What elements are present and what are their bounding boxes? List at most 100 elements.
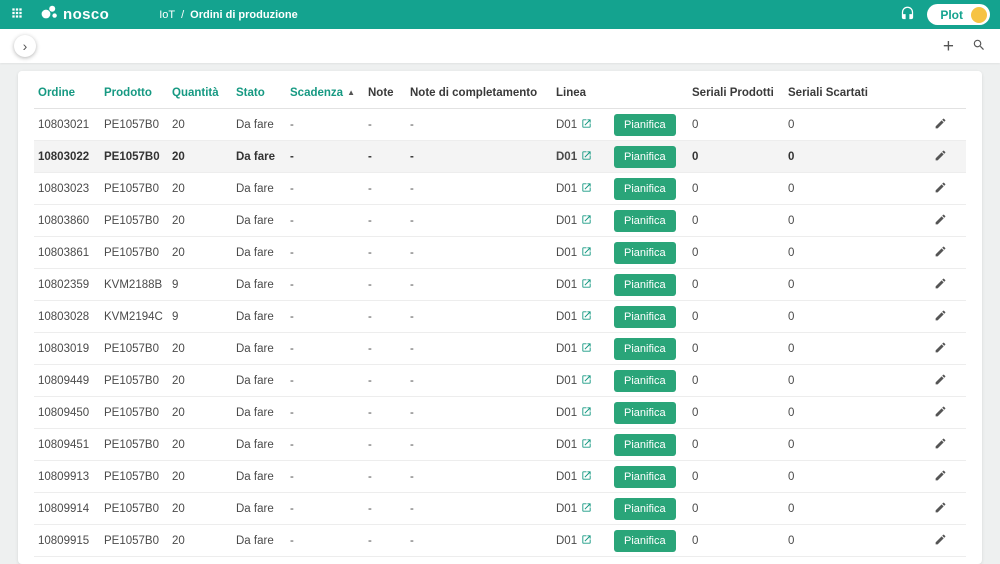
cell-seriali-prodotti: 0	[688, 172, 784, 205]
cell-seriali-scartati: 0	[784, 300, 916, 333]
cell-seriali-scartati: 0	[784, 268, 916, 301]
trash-icon	[964, 310, 966, 325]
col-header-prodotto[interactable]: Prodotto	[100, 75, 168, 109]
linea-link[interactable]: D01	[556, 374, 592, 388]
breadcrumb-section[interactable]: IoT	[159, 9, 175, 21]
linea-link[interactable]: D01	[556, 182, 592, 196]
linea-code: D01	[556, 246, 578, 259]
edit-button[interactable]	[934, 373, 947, 389]
cell-note-completamento: -	[406, 492, 552, 525]
table-row: 10809449 PE1057B0 20 Da fare - - - D01 P…	[34, 364, 966, 397]
linea-link[interactable]: D01	[556, 118, 592, 132]
cell-stato: Da fare	[232, 236, 286, 269]
pianifica-button[interactable]: Pianifica	[614, 529, 676, 552]
cell-seriali-prodotti: 0	[688, 236, 784, 269]
external-link-icon	[581, 406, 592, 420]
cell-linea: D01	[552, 172, 610, 205]
delete-button[interactable]	[964, 181, 966, 197]
pianifica-button[interactable]: Pianifica	[614, 337, 676, 360]
delete-button[interactable]	[964, 437, 966, 453]
cell-quantita: 9	[168, 268, 232, 301]
user-avatar[interactable]	[971, 6, 987, 23]
delete-button[interactable]	[964, 245, 966, 261]
col-header-scadenza[interactable]: Scadenza ▲	[286, 75, 364, 109]
delete-button[interactable]	[964, 501, 966, 517]
brand[interactable]: nosco	[40, 3, 109, 26]
cell-note: -	[364, 364, 406, 397]
pianifica-button[interactable]: Pianifica	[614, 497, 676, 520]
pianifica-button[interactable]: Pianifica	[614, 113, 676, 136]
edit-button[interactable]	[934, 277, 947, 293]
edit-button[interactable]	[934, 533, 947, 549]
cell-note-completamento: -	[406, 204, 552, 237]
linea-link[interactable]: D01	[556, 342, 592, 356]
pianifica-button[interactable]: Pianifica	[614, 273, 676, 296]
delete-button[interactable]	[964, 149, 966, 165]
expand-sidebar-button[interactable]: ›	[14, 35, 36, 57]
col-header-stato[interactable]: Stato	[232, 75, 286, 109]
cell-seriali-prodotti: 0	[688, 204, 784, 237]
delete-button[interactable]	[964, 341, 966, 357]
pianifica-button[interactable]: Pianifica	[614, 209, 676, 232]
edit-button[interactable]	[934, 149, 947, 165]
pianifica-button[interactable]: Pianifica	[614, 465, 676, 488]
linea-link[interactable]: D01	[556, 502, 592, 516]
linea-link[interactable]: D01	[556, 470, 592, 484]
linea-link[interactable]: D01	[556, 214, 592, 228]
linea-link[interactable]: D01	[556, 278, 592, 292]
apps-menu-button[interactable]	[10, 6, 24, 23]
pianifica-button[interactable]: Pianifica	[614, 369, 676, 392]
pencil-icon	[934, 182, 947, 197]
linea-link[interactable]: D01	[556, 534, 592, 548]
edit-button[interactable]	[934, 213, 947, 229]
pianifica-button[interactable]: Pianifica	[614, 241, 676, 264]
edit-button[interactable]	[934, 181, 947, 197]
delete-button[interactable]	[964, 405, 966, 421]
linea-link[interactable]: D01	[556, 310, 592, 324]
edit-button[interactable]	[934, 469, 947, 485]
pencil-icon	[934, 310, 947, 325]
cell-stato: Da fare	[232, 140, 286, 173]
sort-asc-icon[interactable]: ▲	[347, 88, 355, 97]
edit-button[interactable]	[934, 341, 947, 357]
pianifica-button[interactable]: Pianifica	[614, 433, 676, 456]
add-order-button[interactable]: +	[943, 37, 954, 56]
edit-button[interactable]	[934, 501, 947, 517]
delete-button[interactable]	[964, 309, 966, 325]
plot-button[interactable]: Plot	[927, 4, 990, 25]
cell-stato: Da fare	[232, 108, 286, 141]
edit-button[interactable]	[934, 309, 947, 325]
breadcrumb: IoT / Ordini di produzione	[159, 9, 298, 21]
col-header-ordine[interactable]: Ordine	[34, 75, 100, 109]
support-button[interactable]	[900, 6, 915, 24]
external-link-icon	[581, 374, 592, 388]
pianifica-button[interactable]: Pianifica	[614, 305, 676, 328]
linea-link[interactable]: D01	[556, 438, 592, 452]
col-header-linea[interactable]: Linea	[552, 75, 610, 109]
col-header-seriali-scartati[interactable]: Seriali Scartati	[784, 75, 916, 109]
search-button[interactable]	[972, 38, 986, 55]
col-header-note-completamento[interactable]: Note di completamento	[406, 75, 552, 109]
pianifica-button[interactable]: Pianifica	[614, 145, 676, 168]
linea-link[interactable]: D01	[556, 406, 592, 420]
delete-button[interactable]	[964, 277, 966, 293]
edit-button[interactable]	[934, 405, 947, 421]
col-header-quantita[interactable]: Quantità	[168, 75, 232, 109]
delete-button[interactable]	[964, 469, 966, 485]
edit-button[interactable]	[934, 245, 947, 261]
cell-linea: D01	[552, 108, 610, 141]
delete-button[interactable]	[964, 213, 966, 229]
delete-button[interactable]	[964, 373, 966, 389]
linea-link[interactable]: D01	[556, 150, 592, 164]
edit-button[interactable]	[934, 117, 947, 133]
col-header-seriali-prodotti[interactable]: Seriali Prodotti	[688, 75, 784, 109]
pianifica-button[interactable]: Pianifica	[614, 401, 676, 424]
delete-button[interactable]	[964, 117, 966, 133]
cell-stato: Da fare	[232, 428, 286, 461]
pianifica-button[interactable]: Pianifica	[614, 177, 676, 200]
edit-button[interactable]	[934, 437, 947, 453]
linea-code: D01	[556, 438, 578, 451]
col-header-note[interactable]: Note	[364, 75, 406, 109]
delete-button[interactable]	[964, 533, 966, 549]
linea-link[interactable]: D01	[556, 246, 592, 260]
